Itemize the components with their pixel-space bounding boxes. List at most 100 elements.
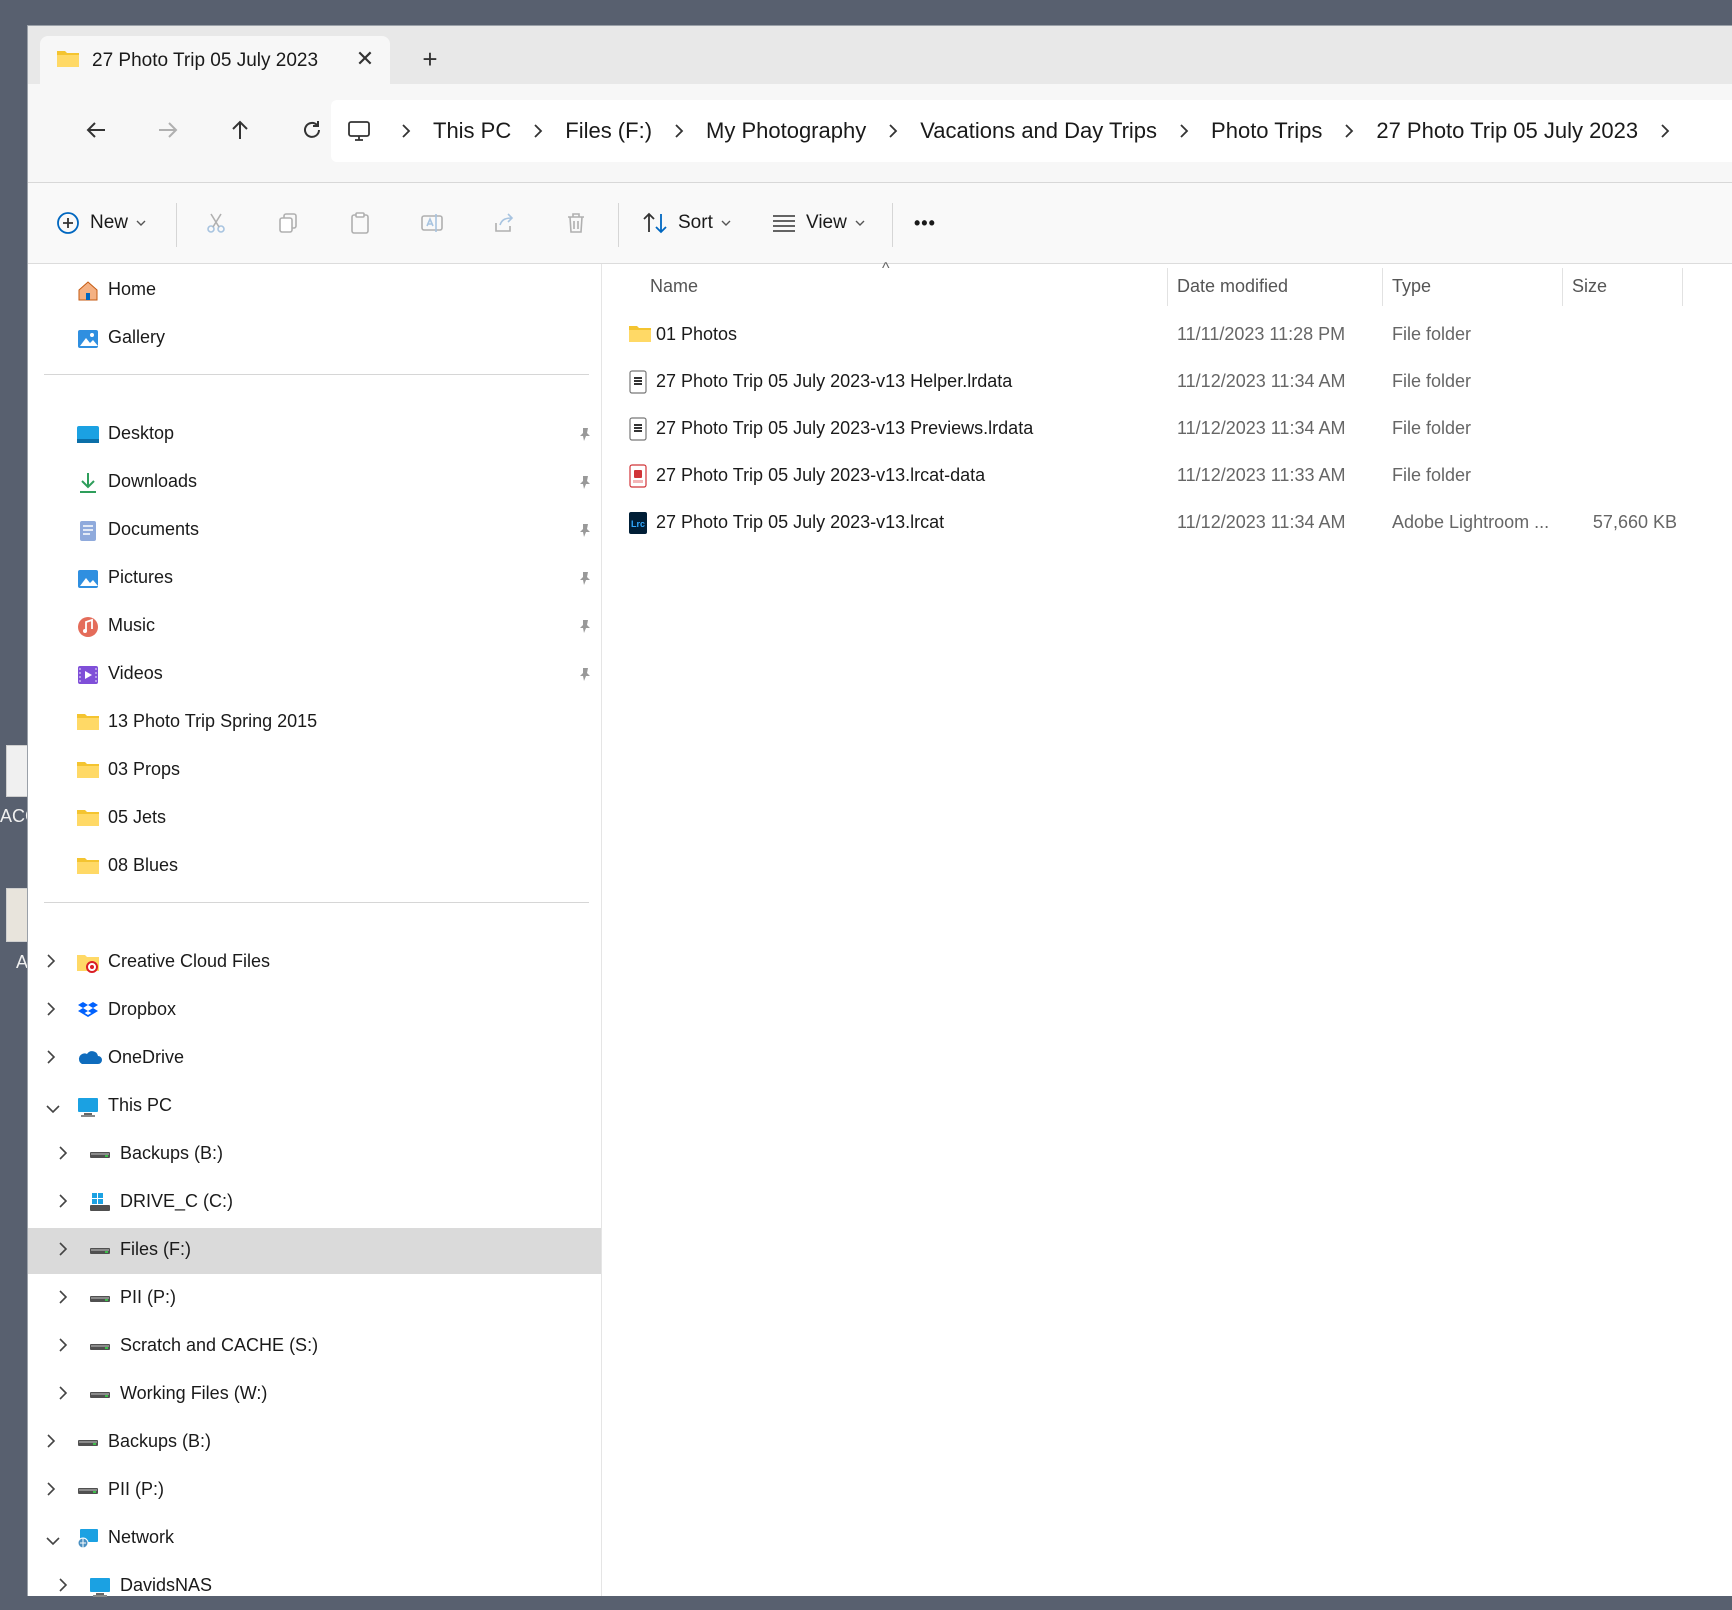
tree-item-pii-p[interactable]: PII (P:) xyxy=(28,1468,601,1514)
new-tab-button[interactable]: + xyxy=(413,42,447,76)
back-button[interactable] xyxy=(74,108,118,152)
file-date: 11/12/2023 11:34 AM xyxy=(1177,418,1346,438)
column-name-header[interactable]: Name xyxy=(650,276,698,297)
delete-button[interactable] xyxy=(564,183,588,263)
breadcrumb-files-drive[interactable]: Files (F:) xyxy=(557,118,660,144)
tree-item-backups-b[interactable]: Backups (B:) xyxy=(28,1420,601,1466)
column-divider[interactable] xyxy=(1682,268,1683,306)
tree-item-label: Dropbox xyxy=(108,999,177,1019)
breadcrumb-vacations[interactable]: Vacations and Day Trips xyxy=(912,118,1165,144)
pin-icon[interactable] xyxy=(577,570,593,591)
chevron-right-icon[interactable] xyxy=(58,1194,68,1213)
new-button[interactable]: New xyxy=(56,183,146,263)
tree-item-label: DRIVE_C (C:) xyxy=(120,1191,234,1211)
forward-button[interactable] xyxy=(146,108,190,152)
column-type-header[interactable]: Type xyxy=(1392,276,1431,297)
computer-icon[interactable] xyxy=(331,120,387,142)
chevron-right-icon[interactable] xyxy=(46,954,56,973)
chevron-right-icon[interactable] xyxy=(387,124,425,138)
tree-item-network[interactable]: Network xyxy=(28,1516,601,1562)
chevron-right-icon[interactable] xyxy=(519,124,557,138)
refresh-button[interactable] xyxy=(290,108,334,152)
chevron-down-icon[interactable] xyxy=(46,1101,60,1119)
chevron-right-icon[interactable] xyxy=(46,1002,56,1021)
chevron-right-icon[interactable] xyxy=(874,124,912,138)
tree-item-davidsnas[interactable]: DavidsNAS xyxy=(28,1564,601,1610)
tab-current-folder[interactable]: 27 Photo Trip 05 July 2023 ✕ xyxy=(40,36,390,84)
breadcrumb-my-photography[interactable]: My Photography xyxy=(698,118,874,144)
view-button[interactable]: View xyxy=(772,183,865,263)
chevron-right-icon[interactable] xyxy=(1330,124,1368,138)
sidebar-item-gallery[interactable]: Gallery xyxy=(28,316,601,362)
refresh-icon xyxy=(304,121,320,138)
sidebar-item-home[interactable]: Home xyxy=(28,268,601,314)
breadcrumb-current-folder[interactable]: 27 Photo Trip 05 July 2023 xyxy=(1368,118,1646,144)
more-options-button[interactable]: ••• xyxy=(914,183,936,263)
pin-icon[interactable] xyxy=(577,426,593,447)
copy-button[interactable] xyxy=(276,183,300,263)
sidebar-item-videos[interactable]: Videos xyxy=(28,652,601,698)
tree-item-pii-p[interactable]: PII (P:) xyxy=(28,1276,601,1322)
chevron-right-icon[interactable] xyxy=(1646,124,1684,138)
tree-item-this-pc[interactable]: This PC xyxy=(28,1084,601,1130)
tree-item-working-files-w[interactable]: Working Files (W:) xyxy=(28,1372,601,1418)
rename-button[interactable] xyxy=(420,183,444,263)
tree-item-files-f[interactable]: Files (F:) xyxy=(28,1228,601,1274)
clipboard-icon xyxy=(351,212,369,234)
breadcrumb-photo-trips[interactable]: Photo Trips xyxy=(1203,118,1330,144)
chevron-right-icon[interactable] xyxy=(58,1146,68,1165)
tree-item-drive-c-c[interactable]: DRIVE_C (C:) xyxy=(28,1180,601,1226)
tree-item-creative-cloud-files[interactable]: Creative Cloud Files xyxy=(28,940,601,986)
column-size-header[interactable]: Size xyxy=(1572,276,1607,297)
sidebar-item-03-props[interactable]: 03 Props xyxy=(28,748,601,794)
lightroom-catalog-icon: Lrc xyxy=(628,511,648,540)
file-row[interactable]: 27 Photo Trip 05 July 2023-v13 Previews.… xyxy=(602,406,1602,452)
pin-icon[interactable] xyxy=(577,474,593,495)
chevron-down-icon xyxy=(721,220,731,226)
chevron-down-icon[interactable] xyxy=(46,1533,60,1551)
chevron-right-icon[interactable] xyxy=(58,1386,68,1405)
column-date-header[interactable]: Date modified xyxy=(1177,276,1288,297)
pin-icon[interactable] xyxy=(577,618,593,639)
sidebar-item-13-photo-trip-spring-2015[interactable]: 13 Photo Trip Spring 2015 xyxy=(28,700,601,746)
sidebar-item-downloads[interactable]: Downloads xyxy=(28,460,601,506)
tree-item-scratch-and-cache-s[interactable]: Scratch and CACHE (S:) xyxy=(28,1324,601,1370)
tree-item-backups-b[interactable]: Backups (B:) xyxy=(28,1132,601,1178)
chevron-right-icon[interactable] xyxy=(46,1482,56,1501)
chevron-right-icon[interactable] xyxy=(58,1290,68,1309)
pin-icon[interactable] xyxy=(577,522,593,543)
sidebar-item-documents[interactable]: Documents xyxy=(28,508,601,554)
column-divider[interactable] xyxy=(1562,268,1563,306)
paste-button[interactable] xyxy=(348,183,372,263)
file-name: 27 Photo Trip 05 July 2023-v13 Previews.… xyxy=(656,418,1034,438)
drive-icon xyxy=(88,1239,112,1263)
tree-item-dropbox[interactable]: Dropbox xyxy=(28,988,601,1034)
chevron-right-icon[interactable] xyxy=(58,1338,68,1357)
chevron-right-icon[interactable] xyxy=(46,1434,56,1453)
chevron-right-icon[interactable] xyxy=(58,1578,68,1597)
file-row[interactable]: Lrc 27 Photo Trip 05 July 2023-v13.lrcat 1… xyxy=(602,500,1677,546)
column-divider[interactable] xyxy=(1167,268,1168,306)
share-button[interactable] xyxy=(492,183,516,263)
sidebar-item-08-blues[interactable]: 08 Blues xyxy=(28,844,601,890)
address-bar[interactable]: This PC Files (F:) My Photography Vacati… xyxy=(331,100,1732,162)
file-row[interactable]: 01 Photos 11/11/2023 11:28 PM File folder xyxy=(602,312,1602,358)
up-button[interactable] xyxy=(218,108,262,152)
file-row[interactable]: 27 Photo Trip 05 July 2023-v13 Helper.lr… xyxy=(602,359,1602,405)
sidebar-item-05-jets[interactable]: 05 Jets xyxy=(28,796,601,842)
chevron-right-icon[interactable] xyxy=(1165,124,1203,138)
sort-button[interactable]: Sort xyxy=(642,183,731,263)
column-divider[interactable] xyxy=(1382,268,1383,306)
chevron-right-icon[interactable] xyxy=(46,1050,56,1069)
sidebar-item-pictures[interactable]: Pictures xyxy=(28,556,601,602)
sidebar-item-desktop[interactable]: Desktop xyxy=(28,412,601,458)
chevron-right-icon[interactable] xyxy=(660,124,698,138)
file-row[interactable]: 27 Photo Trip 05 July 2023-v13.lrcat-dat… xyxy=(602,453,1602,499)
cut-button[interactable] xyxy=(204,183,228,263)
tree-item-onedrive[interactable]: OneDrive xyxy=(28,1036,601,1082)
tab-close-button[interactable]: ✕ xyxy=(350,44,380,74)
sidebar-item-music[interactable]: Music xyxy=(28,604,601,650)
chevron-right-icon[interactable] xyxy=(58,1242,68,1261)
breadcrumb-this-pc[interactable]: This PC xyxy=(425,118,519,144)
pin-icon[interactable] xyxy=(577,666,593,687)
